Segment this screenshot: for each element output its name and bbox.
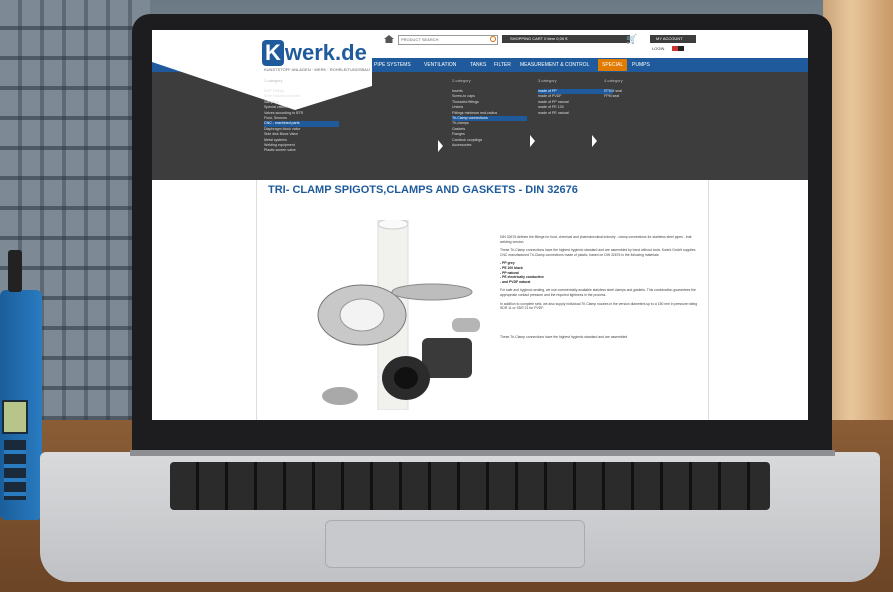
main-content: TRI- CLAMP SPIGOTS,CLAMPS AND GASKETS - … xyxy=(152,180,808,420)
login-link[interactable]: LOGIN xyxy=(652,46,664,51)
material-item: - PP grey xyxy=(500,261,515,266)
radio-display xyxy=(2,400,28,434)
menu-item[interactable]: Plastic screen valve xyxy=(264,148,339,153)
description-paragraph: For safe and hygienic sealing, we use co… xyxy=(500,288,696,297)
nav-special[interactable]: SPECIAL xyxy=(598,59,628,71)
site-logo[interactable]: Kwerk.de xyxy=(262,40,367,66)
menu-column-4-head: 4.category xyxy=(604,78,623,83)
description-paragraph: In addition to complete sets, we also su… xyxy=(500,301,698,311)
background-pillar xyxy=(823,0,893,430)
material-item: - and PVDF natural xyxy=(500,279,531,284)
page-title: TRI- CLAMP SPIGOTS,CLAMPS AND GASKETS - … xyxy=(268,184,578,196)
logo-tagline: KUNSTSTOFF ANLAGEN · WERK · ROHRLEITUNGS… xyxy=(264,67,370,72)
menu-column-4-items: EPDM seal FPM seal xyxy=(604,89,679,100)
logo-mark: K xyxy=(262,40,284,66)
content-guide-line xyxy=(708,180,709,420)
nav-filter[interactable]: FILTER xyxy=(494,59,511,71)
walkie-talkie xyxy=(0,250,42,520)
laptop-touchpad xyxy=(325,520,585,568)
cart-button[interactable]: SHOPPING CART 0 Item 0,00 € xyxy=(502,35,630,43)
material-item: - PE electrically conductive xyxy=(500,275,544,280)
nav-pipe-systems[interactable]: PIPE SYSTEMS xyxy=(374,59,411,71)
menu-item[interactable]: FPM seal xyxy=(604,94,679,99)
menu-column-3: 3.category made of PP made of PVDF made of… xyxy=(538,78,613,116)
description-paragraph: These Tri-Clamp connections have the hig… xyxy=(500,248,696,257)
menu-arrow-icon xyxy=(530,135,535,147)
menu-column-3-items: made of PP made of PVDF made of PP natural… xyxy=(538,89,613,116)
radio-keypad xyxy=(4,440,26,500)
laptop-hinge xyxy=(130,450,835,456)
material-item: - PP natural xyxy=(500,270,519,275)
laptop-screen: Kwerk.de KUNSTSTOFF ANLAGEN · WERK · ROH… xyxy=(152,30,808,420)
description-paragraph: These Tri-Clamp connections have the hig… xyxy=(500,334,628,339)
radio-antenna xyxy=(8,250,22,292)
menu-column-2-head: 2.category xyxy=(452,78,471,83)
material-list: - PP grey - PE 100 black - PP natural - … xyxy=(500,261,700,284)
menu-arrow-icon xyxy=(438,140,443,152)
nav-ventilation[interactable]: VENTILATION xyxy=(424,59,456,71)
search-input[interactable]: PRODUCT SEARCH xyxy=(398,35,498,45)
description-paragraph: DIN 32676 defines the fittings for food,… xyxy=(500,235,692,244)
nav-tanks[interactable]: TANKS xyxy=(470,59,486,71)
menu-column-1: 1.category KMP Fittings Semi finished pro… xyxy=(264,78,339,154)
menu-arrow-icon xyxy=(592,135,597,147)
menu-item[interactable]: made of PE natural xyxy=(538,111,613,116)
content-guide-line xyxy=(256,180,257,420)
menu-item[interactable]: Accessories xyxy=(452,143,527,148)
nav-pumps[interactable]: PUMPS xyxy=(632,59,650,71)
menu-column-1-items: KMP Fittings Semi finished products Sampli… xyxy=(264,89,339,154)
search-icon[interactable] xyxy=(490,36,496,42)
material-item: - PE 100 black xyxy=(500,265,523,270)
account-button[interactable]: MY ACCOUNT xyxy=(650,35,696,43)
menu-column-1-head: 1.category xyxy=(264,78,283,83)
cart-icon[interactable]: 🛒 xyxy=(626,34,637,45)
laptop-keyboard xyxy=(170,462,770,510)
menu-column-2: 2.category Inserts Screw-to caps Threaded … xyxy=(452,78,527,148)
menu-column-2-items: Inserts Screw-to caps Threaded fittings Uni… xyxy=(452,89,527,148)
nav-measurement-control[interactable]: MEASUREMENT & CONTROL xyxy=(520,59,589,71)
logo-text: werk.de xyxy=(284,40,367,65)
tri-clamp-product-image xyxy=(317,220,480,410)
language-flags-icon[interactable] xyxy=(672,46,684,51)
menu-column-3-head: 3.category xyxy=(538,78,557,83)
menu-column-4: 4.category EPDM seal FPM seal xyxy=(604,78,679,100)
product-description: DIN 32676 defines the fittings for food,… xyxy=(500,235,700,343)
